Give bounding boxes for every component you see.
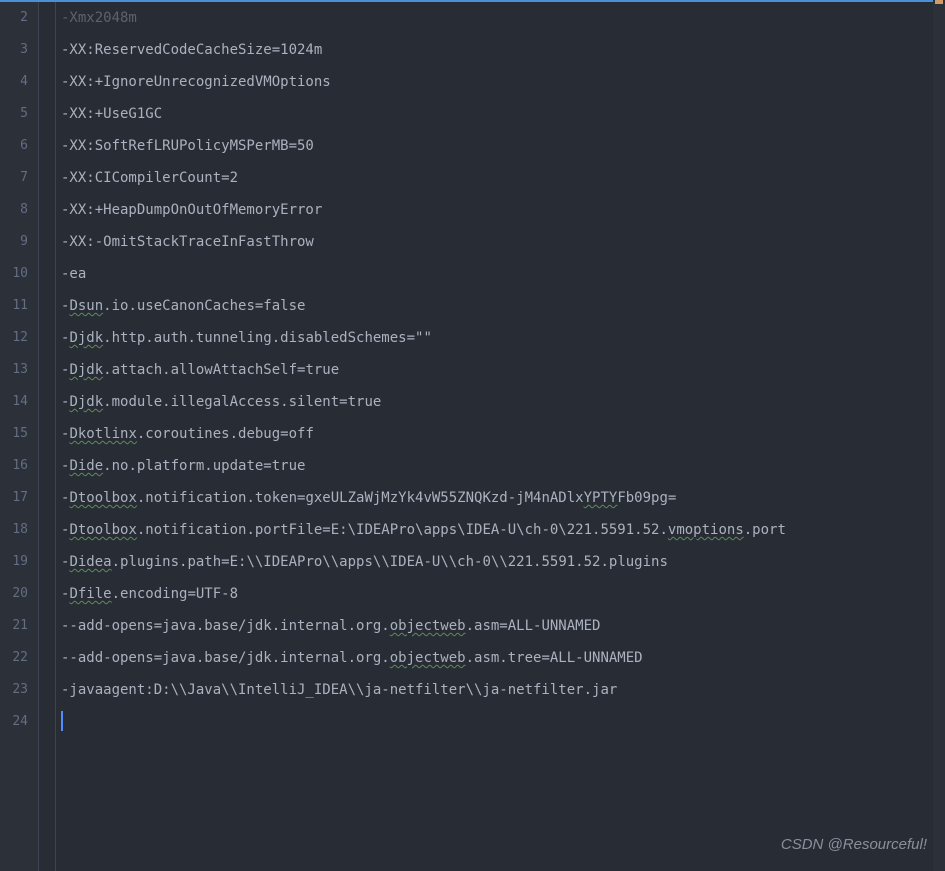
code-line[interactable]: -XX:ReservedCodeCacheSize=1024m (61, 34, 945, 66)
code-line[interactable]: -Didea.plugins.path=E:\\IDEAPro\\apps\\I… (61, 546, 945, 578)
line-number: 7 (8, 162, 28, 194)
code-area[interactable]: -Xmx2048m -XX:ReservedCodeCacheSize=1024m… (38, 2, 945, 871)
code-line[interactable]: -XX:CICompilerCount=2 (61, 162, 945, 194)
code-text: .io.useCanonCaches=false (103, 298, 305, 314)
typo-word: Dide (69, 458, 103, 474)
typo-word: Djdk (69, 330, 103, 346)
code-line[interactable]: -Dkotlinx.coroutines.debug=off (61, 418, 945, 450)
code-text: .plugins.path=E:\\IDEAPro\\apps\\IDEA-U\… (112, 554, 668, 570)
line-number: 6 (8, 130, 28, 162)
typo-word: objectweb (390, 618, 466, 634)
code-line[interactable]: -XX:-OmitStackTraceInFastThrow (61, 226, 945, 258)
code-line[interactable]: -Dsun.io.useCanonCaches=false (61, 290, 945, 322)
line-number: 16 (8, 450, 28, 482)
code-line[interactable]: --add-opens=java.base/jdk.internal.org.o… (61, 642, 945, 674)
code-text: --add-opens=java.base/jdk.internal.org. (61, 650, 390, 666)
line-number: 13 (8, 354, 28, 386)
code-text: .notification.token=gxeULZaWjMzYk4vW55ZN… (137, 490, 584, 506)
code-text: .asm=ALL-UNNAMED (466, 618, 601, 634)
line-number: 19 (8, 546, 28, 578)
code-text: .attach.allowAttachSelf=true (103, 362, 339, 378)
code-line[interactable]: -ea (61, 258, 945, 290)
text-cursor (61, 711, 63, 731)
code-text: .encoding=UTF-8 (112, 586, 238, 602)
code-line[interactable]: -Xmx2048m (61, 2, 945, 34)
code-line[interactable]: -javaagent:D:\\Java\\IntelliJ_IDEA\\ja-n… (61, 674, 945, 706)
code-line[interactable]: -Dfile.encoding=UTF-8 (61, 578, 945, 610)
typo-word: YPTY (584, 490, 618, 506)
code-text: .notification.portFile=E:\IDEAPro\apps\I… (137, 522, 668, 538)
line-number: 17 (8, 482, 28, 514)
typo-word: Dsun (69, 298, 103, 314)
line-number: 18 (8, 514, 28, 546)
code-line[interactable]: -Djdk.http.auth.tunneling.disabledScheme… (61, 322, 945, 354)
warning-marker-icon[interactable] (935, 0, 943, 4)
line-number: 4 (8, 66, 28, 98)
code-text: .http.auth.tunneling.disabledSchemes="" (103, 330, 432, 346)
typo-word: Dtoolbox (69, 490, 136, 506)
code-line[interactable]: --add-opens=java.base/jdk.internal.org.o… (61, 610, 945, 642)
code-text: -XX:CICompilerCount=2 (61, 170, 238, 186)
line-number: 10 (8, 258, 28, 290)
code-text: .coroutines.debug=off (137, 426, 314, 442)
line-number: 23 (8, 674, 28, 706)
line-number: 24 (8, 706, 28, 738)
typo-word: Djdk (69, 362, 103, 378)
code-line[interactable]: -Dtoolbox.notification.portFile=E:\IDEAP… (61, 514, 945, 546)
code-line[interactable]: -XX:SoftRefLRUPolicyMSPerMB=50 (61, 130, 945, 162)
code-text: -XX:ReservedCodeCacheSize=1024m (61, 42, 322, 58)
editor-container: 23456789101112131415161718192021222324 -… (0, 0, 945, 871)
typo-word: Dkotlinx (69, 426, 136, 442)
code-line[interactable]: -XX:+IgnoreUnrecognizedVMOptions (61, 66, 945, 98)
code-text: --add-opens=java.base/jdk.internal.org. (61, 618, 390, 634)
code-text: -javaagent:D:\\Java\\IntelliJ_IDEA\\ja-n… (61, 682, 617, 698)
indent-guide (55, 2, 56, 871)
line-number: 2 (8, 2, 28, 34)
scrollbar-track[interactable] (933, 0, 945, 871)
code-text: Fb09pg= (617, 490, 676, 506)
code-line[interactable] (61, 706, 945, 738)
typo-word: Didea (69, 554, 111, 570)
line-number: 8 (8, 194, 28, 226)
typo-word: Dfile (69, 586, 111, 602)
code-text: -XX:+IgnoreUnrecognizedVMOptions (61, 74, 331, 90)
code-line[interactable]: -Dide.no.platform.update=true (61, 450, 945, 482)
typo-word: Dtoolbox (69, 522, 136, 538)
code-text: .module.illegalAccess.silent=true (103, 394, 381, 410)
typo-word: objectweb (390, 650, 466, 666)
line-number: 12 (8, 322, 28, 354)
line-number: 22 (8, 642, 28, 674)
line-number: 5 (8, 98, 28, 130)
typo-word: Djdk (69, 394, 103, 410)
code-text: -XX:+HeapDumpOnOutOfMemoryError (61, 202, 322, 218)
code-text: -XX:SoftRefLRUPolicyMSPerMB=50 (61, 138, 314, 154)
code-text: -Xmx2048m (61, 10, 137, 26)
line-number: 9 (8, 226, 28, 258)
code-line[interactable]: -XX:+HeapDumpOnOutOfMemoryError (61, 194, 945, 226)
line-number: 14 (8, 386, 28, 418)
line-number: 21 (8, 610, 28, 642)
code-text: .no.platform.update=true (103, 458, 305, 474)
typo-word: vmoptions (668, 522, 744, 538)
code-text: .port (744, 522, 786, 538)
code-line[interactable]: -Dtoolbox.notification.token=gxeULZaWjMz… (61, 482, 945, 514)
code-text: -ea (61, 266, 86, 282)
code-text: -XX:+UseG1GC (61, 106, 162, 122)
line-number: 11 (8, 290, 28, 322)
watermark-text: CSDN @Resourceful! (781, 836, 927, 853)
code-line[interactable]: -XX:+UseG1GC (61, 98, 945, 130)
code-text: -XX:-OmitStackTraceInFastThrow (61, 234, 314, 250)
line-number-gutter: 23456789101112131415161718192021222324 (0, 2, 38, 871)
code-line[interactable]: -Djdk.attach.allowAttachSelf=true (61, 354, 945, 386)
code-line[interactable]: -Djdk.module.illegalAccess.silent=true (61, 386, 945, 418)
code-text: .asm.tree=ALL-UNNAMED (466, 650, 643, 666)
line-number: 3 (8, 34, 28, 66)
line-number: 15 (8, 418, 28, 450)
line-number: 20 (8, 578, 28, 610)
